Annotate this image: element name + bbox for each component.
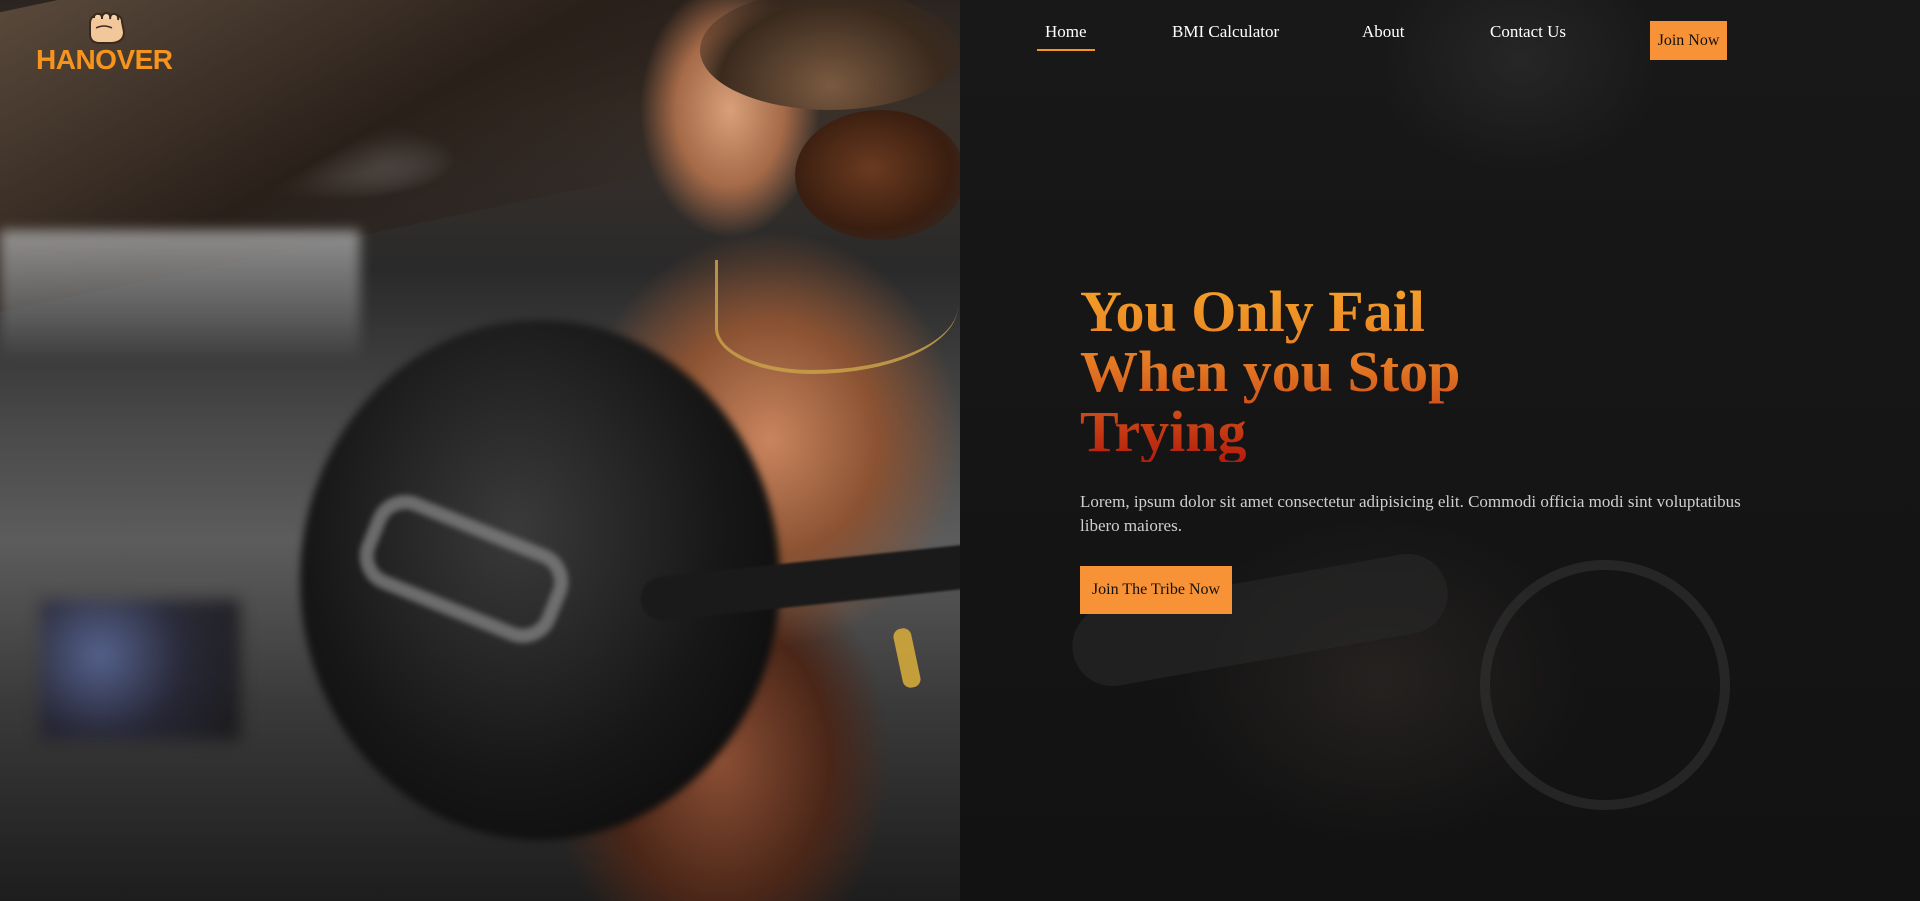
hero-headline: You Only Fail When you Stop Trying [1080,282,1460,462]
gym-shelf [40,600,240,740]
headline-line-3: Trying [1080,399,1247,464]
headline-line-1: You Only Fail [1080,279,1425,344]
join-now-button[interactable]: Join Now [1650,21,1727,60]
hero-background-photo [0,0,960,901]
nav-contact-us[interactable]: Contact Us [1490,22,1566,42]
nav-home[interactable]: Home [1037,22,1095,51]
nav-bmi-calculator[interactable]: BMI Calculator [1172,22,1279,42]
headline-line-2: When you Stop [1080,339,1461,404]
nav-about[interactable]: About [1362,22,1405,42]
hero-description: Lorem, ipsum dolor sit amet consectetur … [1080,492,1741,535]
main-navigation: Home BMI Calculator About Contact Us Joi… [0,0,1920,70]
gym-rack [0,230,360,360]
join-the-tribe-button[interactable]: Join The Tribe Now [1080,566,1232,614]
athlete-beard [795,110,960,240]
panel-background-plate [1480,560,1730,810]
